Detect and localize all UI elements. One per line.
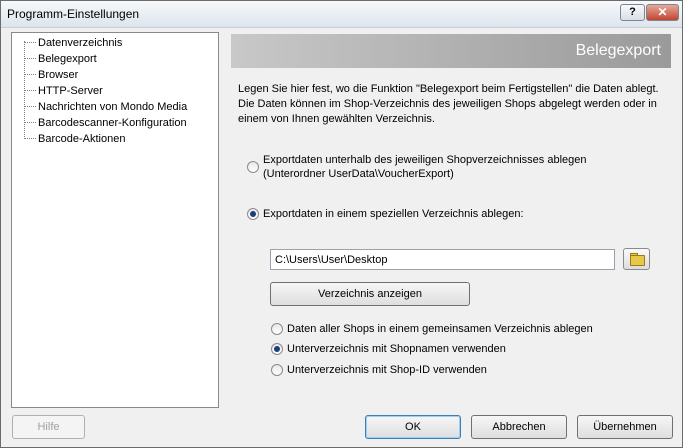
radio-shop-directory[interactable] (247, 161, 259, 173)
panel-description: Legen Sie hier fest, wo die Funktion "Be… (238, 83, 659, 125)
tree-dots (24, 122, 36, 123)
cancel-button[interactable]: Abbrechen (471, 415, 567, 439)
tree-item-barcode-aktionen[interactable]: Barcode-Aktionen (12, 131, 212, 147)
tree-dots (24, 74, 36, 75)
show-directory-button[interactable]: Verzeichnis anzeigen (270, 282, 470, 306)
title-bar: Programm-Einstellungen ? ✕ (1, 1, 682, 28)
radio-shopname-subdir[interactable] (271, 343, 283, 355)
tree-item-browser[interactable]: Browser (12, 67, 212, 83)
tree-item-barcodescanner[interactable]: Barcodescanner-Konfiguration (12, 115, 212, 131)
tree-item-label: Barcode-Aktionen (38, 133, 126, 145)
tree-item-nachrichten[interactable]: Nachrichten von Mondo Media (12, 99, 212, 115)
panel-title: Belegexport (575, 42, 661, 59)
window-title: Programm-Einstellungen (7, 7, 140, 21)
folder-open-icon (630, 255, 645, 266)
radio-shopid-subdir[interactable] (271, 364, 283, 376)
radio-common-directory-label[interactable]: Daten aller Shops in einem gemeinsamen V… (287, 322, 593, 336)
apply-button[interactable]: Übernehmen (577, 415, 673, 439)
close-button[interactable]: ✕ (646, 4, 679, 21)
tree-dots (24, 106, 36, 107)
tree-dots (24, 58, 36, 59)
radio-special-directory[interactable] (247, 208, 259, 220)
directory-path-input[interactable] (270, 249, 615, 270)
tree-dots (24, 42, 36, 43)
radio-shopname-subdir-label[interactable]: Unterverzeichnis mit Shopnamen verwenden (287, 342, 506, 356)
tree-item-label: Browser (38, 69, 79, 81)
ok-button[interactable]: OK (365, 415, 461, 439)
tree-item-label: Belegexport (38, 53, 97, 65)
radio-common-directory[interactable] (271, 323, 283, 335)
browse-folder-button[interactable] (623, 248, 650, 270)
tree-item-label: Barcodescanner-Konfiguration (38, 117, 187, 129)
settings-dialog: Programm-Einstellungen ? ✕ Datenverzeich… (0, 0, 683, 448)
tree-item-datenverzeichnis[interactable]: Datenverzeichnis (12, 35, 212, 51)
radio-shop-line1: Exportdaten unterhalb des jeweiligen Sho… (263, 154, 587, 166)
tree-dots (24, 90, 36, 91)
tree-item-label: Nachrichten von Mondo Media (38, 101, 188, 113)
radio-shop-line2: (Unterordner UserData\VoucherExport) (263, 168, 454, 180)
settings-tree: Datenverzeichnis Belegexport Browser HTT… (11, 32, 219, 408)
tree-dots (24, 138, 36, 139)
tree-item-http-server[interactable]: HTTP-Server (12, 83, 212, 99)
tree-item-label: Datenverzeichnis (38, 37, 123, 49)
radio-special-directory-label[interactable]: Exportdaten in einem speziellen Verzeich… (263, 207, 524, 221)
radio-shopid-subdir-label[interactable]: Unterverzeichnis mit Shop-ID verwenden (287, 363, 487, 377)
tree-item-belegexport[interactable]: Belegexport (12, 51, 212, 67)
tree-item-label: HTTP-Server (38, 85, 103, 97)
help-button[interactable]: Hilfe (12, 415, 85, 439)
panel-header: Belegexport (231, 34, 671, 68)
radio-shop-directory-label[interactable]: Exportdaten unterhalb des jeweiligen Sho… (263, 153, 587, 181)
help-title-button[interactable]: ? (620, 4, 645, 21)
